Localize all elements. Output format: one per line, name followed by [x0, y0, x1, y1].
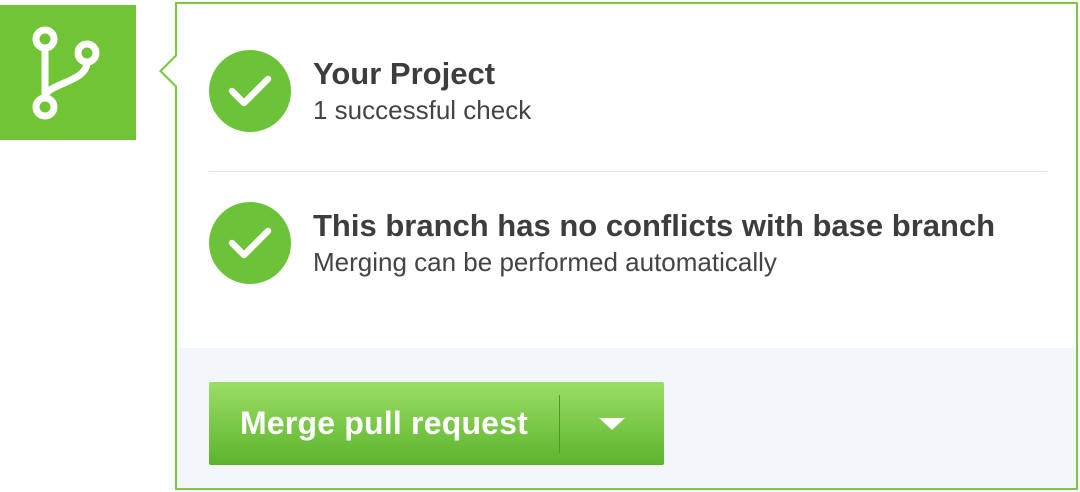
- merge-footer: Merge pull request: [177, 348, 1076, 488]
- caret-down-icon: [599, 417, 625, 430]
- check-row-conflicts: This branch has no conflicts with base b…: [209, 202, 995, 284]
- panel-pointer-fill: [162, 56, 177, 86]
- conflicts-text: This branch has no conflicts with base b…: [313, 207, 995, 279]
- checkmark-icon: [209, 202, 291, 284]
- check-row-project: Your Project 1 successful check: [209, 50, 531, 132]
- project-check-count: 1 successful check: [313, 95, 532, 125]
- merge-pull-request-button[interactable]: Merge pull request: [209, 382, 664, 465]
- checkmark-icon: [209, 50, 291, 132]
- project-title: Your Project: [313, 56, 496, 91]
- git-branch-icon: [32, 26, 100, 119]
- branch-badge: [0, 5, 136, 140]
- check-text: Your Project 1 successful check: [313, 55, 531, 127]
- merge-options-dropdown[interactable]: [560, 382, 664, 465]
- conflicts-subtitle: Merging can be performed automatically: [313, 247, 777, 277]
- merge-button-label: Merge pull request: [239, 405, 529, 441]
- divider: [209, 171, 1047, 172]
- merge-widget: Your Project 1 successful check This bra…: [0, 0, 1080, 492]
- merge-status-panel: Your Project 1 successful check This bra…: [175, 2, 1078, 490]
- conflicts-title: This branch has no conflicts with base b…: [313, 208, 996, 243]
